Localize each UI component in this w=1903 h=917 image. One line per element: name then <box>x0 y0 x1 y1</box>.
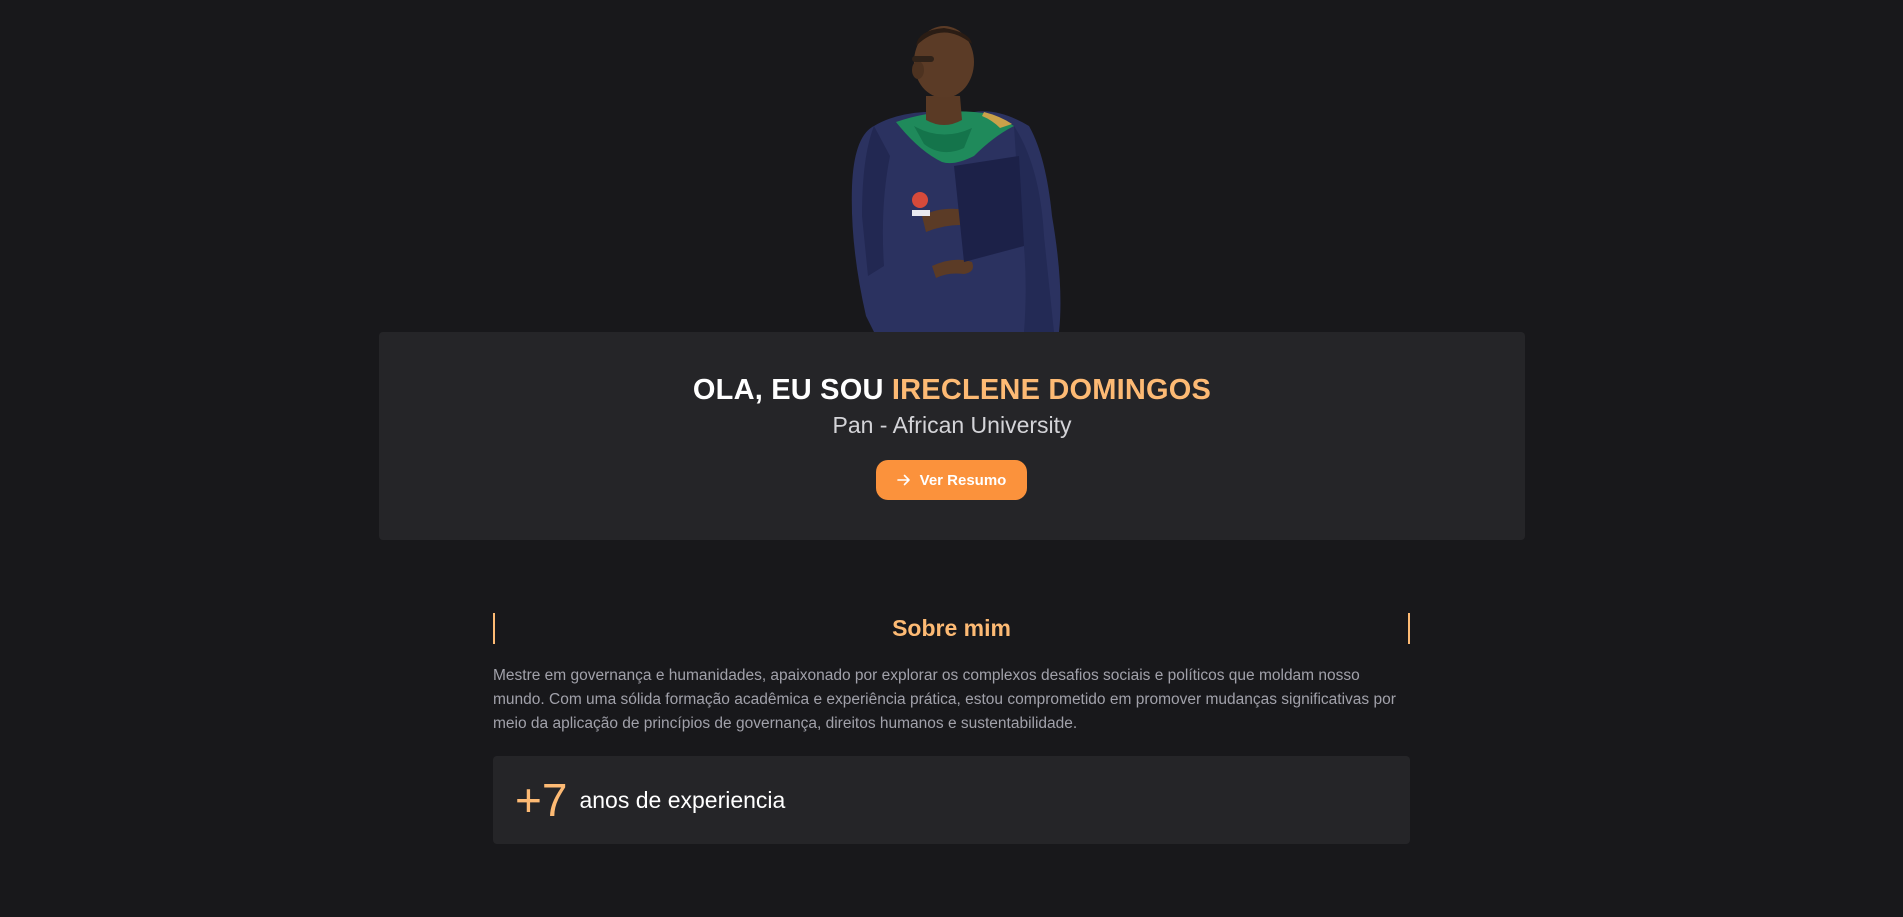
hero-title: OLA, EU SOU IRECLENE DOMINGOS <box>379 374 1525 407</box>
arrow-right-icon <box>896 474 910 486</box>
experience-years-number: +7 <box>515 774 568 826</box>
hero-title-prefix: OLA, EU SOU <box>692 374 892 406</box>
heading-right-bar <box>1408 613 1410 644</box>
hero-title-name: IRECLENE DOMINGOS <box>891 374 1212 406</box>
about-paragraph: Mestre em governança e humanidades, apai… <box>493 667 1396 732</box>
heading-left-bar <box>493 613 495 644</box>
about-title: Sobre mim <box>892 615 1011 641</box>
graduate-portrait-image <box>851 26 1061 332</box>
view-resume-button[interactable]: Ver Resumo <box>876 460 1027 500</box>
experience-years-label: anos de experiencia <box>579 786 786 813</box>
view-resume-label: Ver Resumo <box>919 471 1007 489</box>
about-section-heading: Sobre mim <box>493 613 1410 644</box>
page: OLA, EU SOU IRECLENE DOMINGOS Pan - Afri… <box>0 0 1903 917</box>
experience-card: +7 anos de experiencia <box>493 756 1410 844</box>
hero-card: OLA, EU SOU IRECLENE DOMINGOS Pan - Afri… <box>379 332 1525 540</box>
hero-subtitle: Pan - African University <box>832 412 1072 438</box>
